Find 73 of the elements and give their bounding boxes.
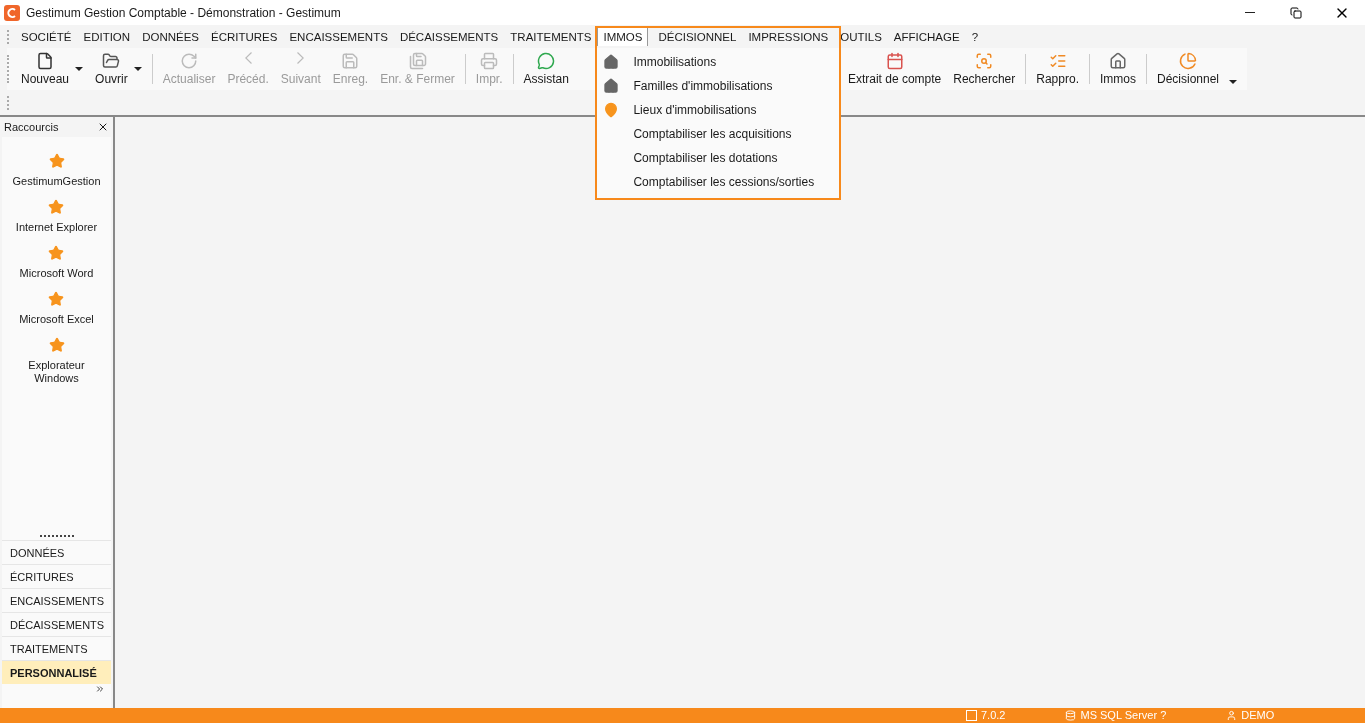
refresh-icon (180, 52, 199, 70)
toolbar-button[interactable]: Rappro. (1030, 48, 1085, 90)
document-icon (36, 52, 54, 70)
sidebar-section[interactable]: PERSONNALISÉ (2, 660, 111, 684)
checklist-icon (1048, 52, 1067, 70)
save-check-icon (408, 52, 427, 70)
sidebar-section[interactable]: DONNÉES (2, 540, 111, 564)
toolbar-button[interactable]: Extrait de compte (841, 48, 948, 90)
toolbar-button[interactable]: Rechercher (947, 48, 1022, 90)
sidebar-section[interactable]: TRAITEMENTS (2, 636, 111, 660)
shortcut-label[interactable]: GestimumGestion (12, 175, 101, 188)
menu-item[interactable]: TRAITEMENTS (504, 27, 598, 46)
user-icon (1226, 710, 1238, 721)
dropdown-item[interactable]: Lieux d'immobilisations (597, 98, 840, 122)
caret-icon[interactable] (133, 67, 142, 71)
database-text: MS SQL Server ? (1080, 709, 1167, 722)
star-icon[interactable] (48, 337, 65, 353)
menu-item[interactable]: ENCAISSEMENTS (283, 27, 394, 46)
shortcut-label[interactable]: Microsoft Word (19, 267, 94, 280)
menu-item[interactable]: IMPRESSIONS (742, 27, 835, 46)
pin-icon (603, 102, 620, 118)
printer-icon (480, 52, 499, 70)
caret-icon[interactable] (1229, 80, 1238, 84)
shortcut-label[interactable]: Microsoft Excel (19, 313, 94, 326)
menu-item[interactable]: SOCIÉTÉ (15, 27, 78, 46)
close-icon[interactable] (97, 121, 109, 133)
dropdown-item[interactable]: Comptabiliser les dotations (597, 146, 840, 170)
menu-item[interactable]: DÉCAISSEMENTS (393, 27, 505, 46)
calendar-icon (885, 52, 904, 70)
chat-icon (537, 52, 556, 70)
dropdown-item[interactable]: Familles d'immobilisations (597, 74, 840, 98)
menu-item[interactable]: ? (965, 27, 985, 46)
dropdown-item[interactable]: Immobilisations (597, 50, 840, 74)
toolbar-button[interactable]: Décisionnel (1151, 48, 1226, 90)
toolbar-button[interactable]: Ouvrir (89, 48, 134, 90)
star-icon[interactable] (48, 199, 65, 215)
toolbar-button[interactable]: Nouveau (15, 48, 76, 90)
restore-icon (1290, 6, 1302, 19)
shortcut-label[interactable]: Explorateur Windows (11, 359, 102, 385)
star-icon[interactable] (48, 153, 65, 169)
house-icon (1109, 52, 1127, 70)
pie-chart-icon (1179, 52, 1197, 70)
menu-item[interactable]: AFFICHAGE (887, 27, 966, 46)
house-icon (603, 54, 620, 70)
chevron-left-icon (244, 52, 252, 64)
menu-item[interactable]: DONNÉES (136, 27, 205, 46)
dropdown-item[interactable]: Comptabiliser les cessions/sorties (597, 170, 840, 194)
window-title: Gestimum Gestion Comptable - Démonstration - Gestimum (26, 5, 342, 20)
version-text: 7.0.2 (981, 709, 1006, 722)
house-icon (603, 78, 620, 94)
toolbar-button[interactable]: Assistan (517, 48, 575, 90)
minimize-icon (1245, 12, 1255, 13)
menu-item[interactable]: EDITION (77, 27, 137, 46)
folder-icon (102, 52, 121, 70)
shortcut-label[interactable]: Internet Explorer (15, 221, 98, 234)
caret-icon[interactable] (75, 67, 84, 71)
dropdown-item[interactable]: Comptabiliser les acquisitions (597, 122, 840, 146)
panel-title: Raccourcis (4, 121, 59, 133)
menu-item[interactable]: DÉCISIONNEL (652, 27, 743, 46)
chevron-right-icon (297, 52, 305, 64)
search-icon (975, 52, 994, 70)
toolbar-button[interactable]: Immos (1094, 48, 1142, 90)
sidebar-section[interactable]: ENCAISSEMENTS (2, 588, 111, 612)
database-icon (1065, 710, 1077, 721)
star-icon[interactable] (48, 245, 65, 261)
star-icon[interactable] (48, 291, 65, 307)
user-text: DEMO (1241, 709, 1275, 722)
sidebar-section[interactable]: DÉCAISSEMENTS (2, 612, 111, 636)
menu-item[interactable]: OUTILS (834, 27, 888, 46)
save-icon (341, 52, 360, 70)
expand-icon[interactable] (95, 684, 105, 694)
sidebar-section[interactable]: ÉCRITURES (2, 564, 111, 588)
menu-item[interactable]: ÉCRITURES (205, 27, 284, 46)
